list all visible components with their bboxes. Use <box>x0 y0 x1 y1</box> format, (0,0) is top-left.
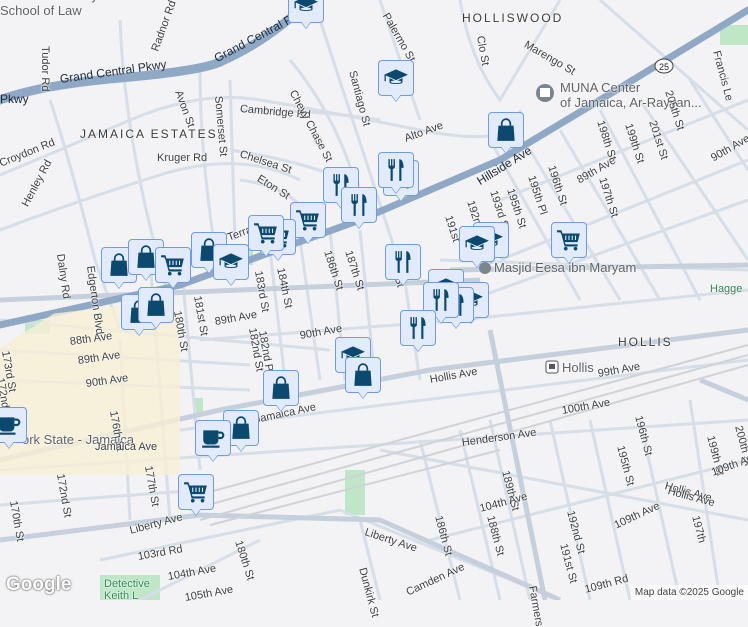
shopping-cart-icon <box>295 207 321 233</box>
map-marker[interactable] <box>551 222 587 266</box>
marker-body <box>488 112 524 148</box>
poi-label: Detective Keith L <box>104 578 150 602</box>
hollis-station-icon[interactable] <box>545 360 559 374</box>
shopping-bag-icon <box>350 362 376 388</box>
marker-pointer-fill <box>140 272 152 280</box>
poi-label: MUNA Center of Jamaica, Ar-Rayyan... <box>560 80 702 110</box>
map-marker[interactable] <box>138 287 174 331</box>
marker-pointer-fill <box>3 440 15 448</box>
marker-body <box>0 407 27 443</box>
restaurant-icon <box>390 249 416 275</box>
neighborhood-label: HOLLISWOOD <box>462 11 564 25</box>
marker-pointer-fill <box>275 403 287 411</box>
map-marker[interactable] <box>341 187 377 231</box>
marker-body <box>195 420 231 456</box>
marker-body <box>378 60 414 96</box>
marker-body <box>341 187 377 223</box>
marker-body <box>155 247 191 283</box>
map-marker[interactable] <box>385 244 421 288</box>
neighborhood-label: HOLLIS <box>618 335 673 349</box>
muna-pin[interactable] <box>536 84 554 102</box>
poi-label: Hagge <box>710 283 743 295</box>
route-25-shield: 25 <box>654 58 674 74</box>
marker-pointer-fill <box>390 93 402 101</box>
highway-label: Pkwy <box>0 92 29 106</box>
marker-pointer-fill <box>300 20 312 28</box>
map-marker[interactable] <box>263 370 299 414</box>
poi-label: Hollis <box>562 360 594 375</box>
map-marker[interactable] <box>155 247 191 291</box>
shopping-cart-icon <box>556 227 582 253</box>
shopping-bag-icon <box>228 415 254 441</box>
map-marker[interactable] <box>195 420 231 464</box>
coffee-icon <box>0 412 22 438</box>
map-marker[interactable] <box>378 60 414 104</box>
marker-pointer-fill <box>435 315 447 323</box>
restaurant-icon <box>383 157 409 183</box>
shopping-bag-icon <box>493 117 519 143</box>
map-marker[interactable] <box>378 152 414 196</box>
marker-pointer-fill <box>500 145 512 153</box>
marker-pointer-fill <box>353 220 365 228</box>
poi-label: John's University School of Law <box>0 0 98 18</box>
marker-body <box>378 152 414 188</box>
marker-pointer-fill <box>390 185 402 193</box>
marker-body <box>248 215 284 251</box>
marker-pointer-fill <box>225 277 237 285</box>
graduation-cap-icon <box>293 0 319 18</box>
map-marker[interactable] <box>459 226 495 270</box>
restaurant-icon <box>405 315 431 341</box>
marker-body <box>551 222 587 258</box>
svg-text:25: 25 <box>659 62 669 72</box>
street-label: Tudor Rd <box>39 46 51 92</box>
marker-body <box>263 370 299 406</box>
marker-body <box>459 226 495 262</box>
shopping-cart-icon <box>183 479 209 505</box>
shopping-cart-icon <box>253 220 279 246</box>
neighborhood-label: JAMAICA ESTATES <box>80 127 218 141</box>
shopping-bag-icon <box>268 375 294 401</box>
marker-pointer-fill <box>563 255 575 263</box>
marker-body <box>385 244 421 280</box>
map-marker[interactable] <box>213 244 249 288</box>
map-marker[interactable] <box>178 474 214 518</box>
graduation-cap-icon <box>383 65 409 91</box>
shopping-bag-icon <box>143 292 169 318</box>
google-logo[interactable]: Google <box>6 574 71 596</box>
marker-pointer-fill <box>397 277 409 285</box>
marker-pointer-fill <box>207 453 219 461</box>
map-marker[interactable] <box>0 407 27 451</box>
graduation-cap-icon <box>218 249 244 275</box>
marker-pointer-fill <box>150 320 162 328</box>
map-marker[interactable] <box>400 310 436 354</box>
map-marker[interactable] <box>248 215 284 259</box>
marker-pointer-fill <box>113 280 125 288</box>
marker-pointer-fill <box>357 390 369 398</box>
map-attribution[interactable]: Map data ©2025 Google <box>630 585 748 600</box>
marker-pointer-fill <box>302 235 314 243</box>
marker-pointer-fill <box>260 248 272 256</box>
marker-pointer-fill <box>471 259 483 267</box>
marker-pointer-fill <box>412 343 424 351</box>
street-label: Kruger Rd <box>157 152 208 164</box>
marker-body <box>213 244 249 280</box>
graduation-cap-icon <box>464 231 490 257</box>
map-marker[interactable] <box>345 357 381 401</box>
marker-pointer-fill <box>190 507 202 515</box>
coffee-icon <box>200 425 226 451</box>
marker-body <box>345 357 381 393</box>
map-marker[interactable] <box>288 0 324 31</box>
street-label: Jamaica Ave <box>95 441 158 453</box>
marker-body <box>400 310 436 346</box>
map-marker[interactable] <box>488 112 524 156</box>
marker-body <box>178 474 214 510</box>
shopping-cart-icon <box>160 252 186 278</box>
marker-body <box>138 287 174 323</box>
marker-pointer-fill <box>235 443 247 451</box>
restaurant-icon <box>346 192 372 218</box>
